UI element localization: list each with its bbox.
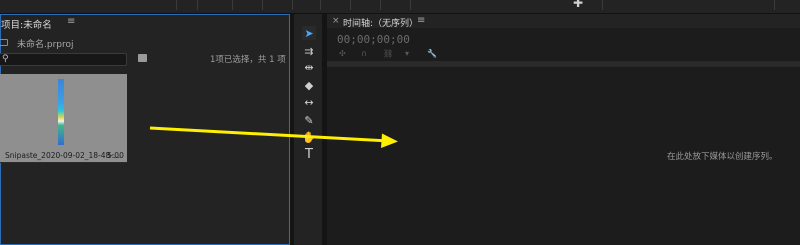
slip-tool-icon[interactable]: ↔	[302, 95, 316, 109]
selection-info: 1项已选择，共 1 项	[210, 55, 286, 65]
clip-name: Snipaste_2020-09-02_18-48-...	[5, 151, 121, 160]
track-select-tool-icon[interactable]: ⇉	[302, 44, 316, 58]
panel-menu-icon[interactable]: ≡	[417, 15, 425, 26]
timeline-title[interactable]: 时间轴:（无序列）	[343, 16, 418, 29]
search-input[interactable]: ⚲	[0, 53, 127, 66]
selection-tool-icon[interactable]: ➤	[302, 26, 316, 40]
timecode-display[interactable]: 00;00;00;00	[337, 33, 410, 46]
timeline-header: × 时间轴:（无序列） ≡	[327, 14, 800, 29]
timeline-ruler[interactable]	[327, 61, 800, 67]
hand-tool-icon[interactable]: ✋	[302, 130, 316, 144]
top-divider	[197, 0, 198, 10]
add-marker-icon[interactable]: ▾	[405, 49, 409, 58]
project-filename: 未命名.prproj	[17, 40, 74, 50]
add-icon[interactable]: ✚	[573, 0, 583, 10]
new-bin-icon[interactable]	[138, 54, 147, 62]
top-divider	[410, 0, 411, 10]
close-icon[interactable]: ×	[332, 16, 340, 26]
top-divider	[602, 0, 603, 10]
snap-icon[interactable]: ∩	[361, 49, 367, 58]
razor-tool-icon[interactable]: ◆	[302, 78, 316, 92]
clip-thumbnail[interactable]: Snipaste_2020-09-02_18-48-... 5:00	[0, 74, 127, 163]
top-divider	[774, 0, 775, 10]
top-divider	[176, 0, 177, 10]
top-divider	[232, 0, 233, 10]
clip-preview-image	[58, 79, 64, 145]
timeline-panel: × 时间轴:（无序列） ≡ 00;00;00;00 ✣ ∩ ⛓ ▾ 🔧 在此处放…	[327, 14, 800, 245]
project-panel: 项目:未命名 ≡ 未命名.prproj ⚲ 1项已选择，共 1 项 Snipas…	[0, 14, 290, 245]
project-panel-title[interactable]: 项目:未命名	[1, 17, 52, 31]
top-divider	[262, 0, 263, 10]
ripple-edit-tool-icon[interactable]: ⇹	[302, 60, 316, 74]
top-divider	[320, 0, 321, 10]
type-tool-icon[interactable]: T	[302, 147, 316, 162]
pen-tool-icon[interactable]: ✎	[302, 113, 316, 127]
tools-panel: ➤ ⇉ ⇹ ◆ ↔ ✎ ✋ T	[294, 14, 322, 245]
drop-media-hint: 在此处放下媒体以创建序列。	[667, 152, 778, 162]
top-divider	[380, 0, 381, 10]
wrench-icon[interactable]: 🔧	[427, 49, 437, 58]
top-divider	[292, 0, 293, 10]
top-strip: ✚	[0, 0, 800, 14]
top-divider	[350, 0, 351, 10]
panel-menu-icon[interactable]: ≡	[67, 16, 75, 27]
linked-selection-icon[interactable]: ⛓	[383, 49, 393, 58]
clip-duration: 5:00	[107, 151, 124, 160]
search-icon: ⚲	[2, 54, 9, 64]
nest-icon[interactable]: ✣	[339, 49, 346, 58]
folder-icon	[0, 39, 8, 46]
